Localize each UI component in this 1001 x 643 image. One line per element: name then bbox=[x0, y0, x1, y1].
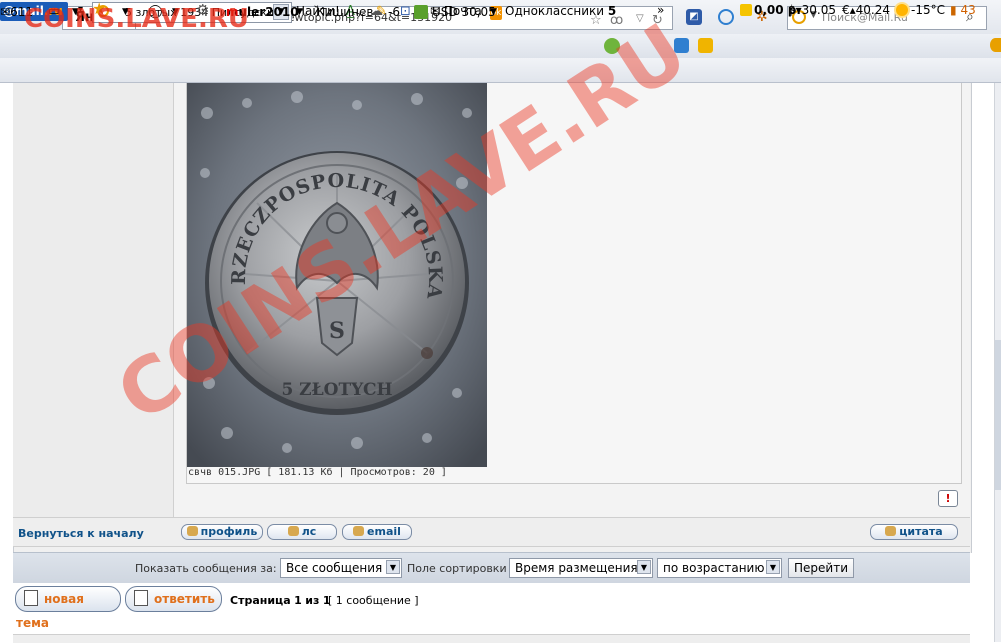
report-button[interactable]: ! bbox=[938, 490, 958, 507]
attachment-caption: свчв 015.JPG [ 181.13 Кб | Просмотров: 2… bbox=[188, 467, 447, 478]
bookmarks-icon[interactable]: ◩ bbox=[686, 9, 702, 25]
usd-rate-agent[interactable]: USD 30,05 bbox=[432, 4, 496, 20]
show-posts-select[interactable]: Все сообщения ▼ bbox=[280, 558, 402, 578]
sort-order-select[interactable]: по возрастанию ▼ bbox=[657, 558, 782, 578]
watermark-top: COINS.LAVE.RU bbox=[24, 4, 250, 34]
reply-label: ответить bbox=[154, 592, 215, 606]
sort-field-label: Поле сортировки bbox=[407, 562, 507, 575]
profile-button-label: профиль bbox=[200, 525, 258, 538]
profile-button[interactable]: профиль bbox=[181, 524, 263, 540]
post-count: [ 1 сообщение ] bbox=[328, 594, 419, 607]
currency-icon bbox=[414, 5, 428, 19]
mailru-toolbar bbox=[0, 34, 1001, 59]
quote-button-label: цитата bbox=[899, 525, 943, 538]
chevron-down-icon: ▼ bbox=[637, 560, 651, 574]
chevron-down-icon: ▼ bbox=[386, 560, 400, 574]
chevron-down-icon[interactable]: ▼ bbox=[296, 4, 303, 20]
pagination: Страница 1 из 1 bbox=[230, 594, 331, 607]
sort-field-select[interactable]: Время размещения ▼ bbox=[509, 558, 653, 578]
odnoklassniki-link[interactable]: ok Одноклассники 5 bbox=[490, 3, 616, 20]
traffic[interactable]: ▮ 43 bbox=[950, 3, 976, 17]
usd-rate[interactable]: $▾30.05 bbox=[788, 3, 836, 17]
document-icon bbox=[134, 590, 148, 606]
weather[interactable]: -15°C bbox=[896, 3, 945, 17]
zoom-page-icon[interactable]: ⊡ bbox=[400, 4, 411, 19]
page-separator: из bbox=[305, 594, 320, 607]
sun-icon bbox=[896, 4, 908, 16]
chevron-down-icon: ▼ bbox=[766, 560, 780, 574]
chevron-down-icon[interactable]: ▼ bbox=[490, 4, 497, 20]
author-column bbox=[13, 83, 174, 517]
show-posts-label: Показать сообщения за: bbox=[135, 562, 277, 575]
profile-icon bbox=[186, 526, 198, 536]
users-icon bbox=[287, 526, 299, 536]
private-message-label: лс bbox=[301, 525, 317, 538]
reply-button[interactable]: ответить bbox=[125, 586, 222, 612]
quote-icon bbox=[885, 526, 897, 536]
odnoklassniki-count: 5 bbox=[607, 4, 617, 18]
gear-icon[interactable] bbox=[990, 38, 1001, 52]
show-posts-value: Все сообщения bbox=[286, 561, 383, 575]
city-name[interactable]: Кишинев bbox=[316, 4, 373, 20]
weather-value: -15°C bbox=[911, 3, 945, 17]
document-icon bbox=[24, 590, 38, 606]
sort-field-value: Время размещения bbox=[515, 561, 638, 575]
envelope-icon: ✉ bbox=[0, 5, 11, 19]
back-to-top-link[interactable]: Вернуться к началу bbox=[18, 527, 144, 540]
scrollbar-thumb[interactable] bbox=[995, 340, 1001, 490]
quote-button[interactable]: цитата bbox=[870, 524, 958, 540]
envelope-icon bbox=[353, 526, 365, 536]
music-icon[interactable] bbox=[698, 38, 713, 53]
go-button[interactable]: Перейти bbox=[788, 558, 854, 578]
email-button[interactable]: email bbox=[342, 524, 412, 540]
wallet-icon bbox=[740, 4, 752, 16]
sync-icon[interactable] bbox=[718, 9, 734, 25]
city-temperature: -6 bbox=[388, 5, 400, 19]
odnoklassniki-label: Одноклассники bbox=[505, 4, 605, 18]
traffic-light-icon: ▮ bbox=[950, 3, 957, 17]
email-button-label: email bbox=[367, 525, 401, 538]
agent-toolbar bbox=[0, 58, 1001, 83]
report-exclamation-icon: ! bbox=[945, 492, 951, 505]
cloud-icon: ☁ bbox=[370, 4, 383, 19]
private-message-button[interactable]: лс bbox=[267, 524, 337, 540]
page-prefix: Страница bbox=[230, 594, 291, 607]
shield-letter: S bbox=[329, 318, 345, 344]
traffic-value: 43 bbox=[960, 3, 976, 17]
post-footer bbox=[13, 517, 970, 547]
sort-order-value: по возрастанию bbox=[663, 561, 765, 575]
coin-spot bbox=[421, 347, 433, 359]
coin-denomination: 5 ZŁOTYCH bbox=[281, 380, 392, 400]
new-topic-button[interactable]: новая тема bbox=[15, 586, 121, 630]
eur-rate[interactable]: €▴40.24 bbox=[842, 3, 890, 17]
page-current: 1 bbox=[294, 594, 302, 607]
